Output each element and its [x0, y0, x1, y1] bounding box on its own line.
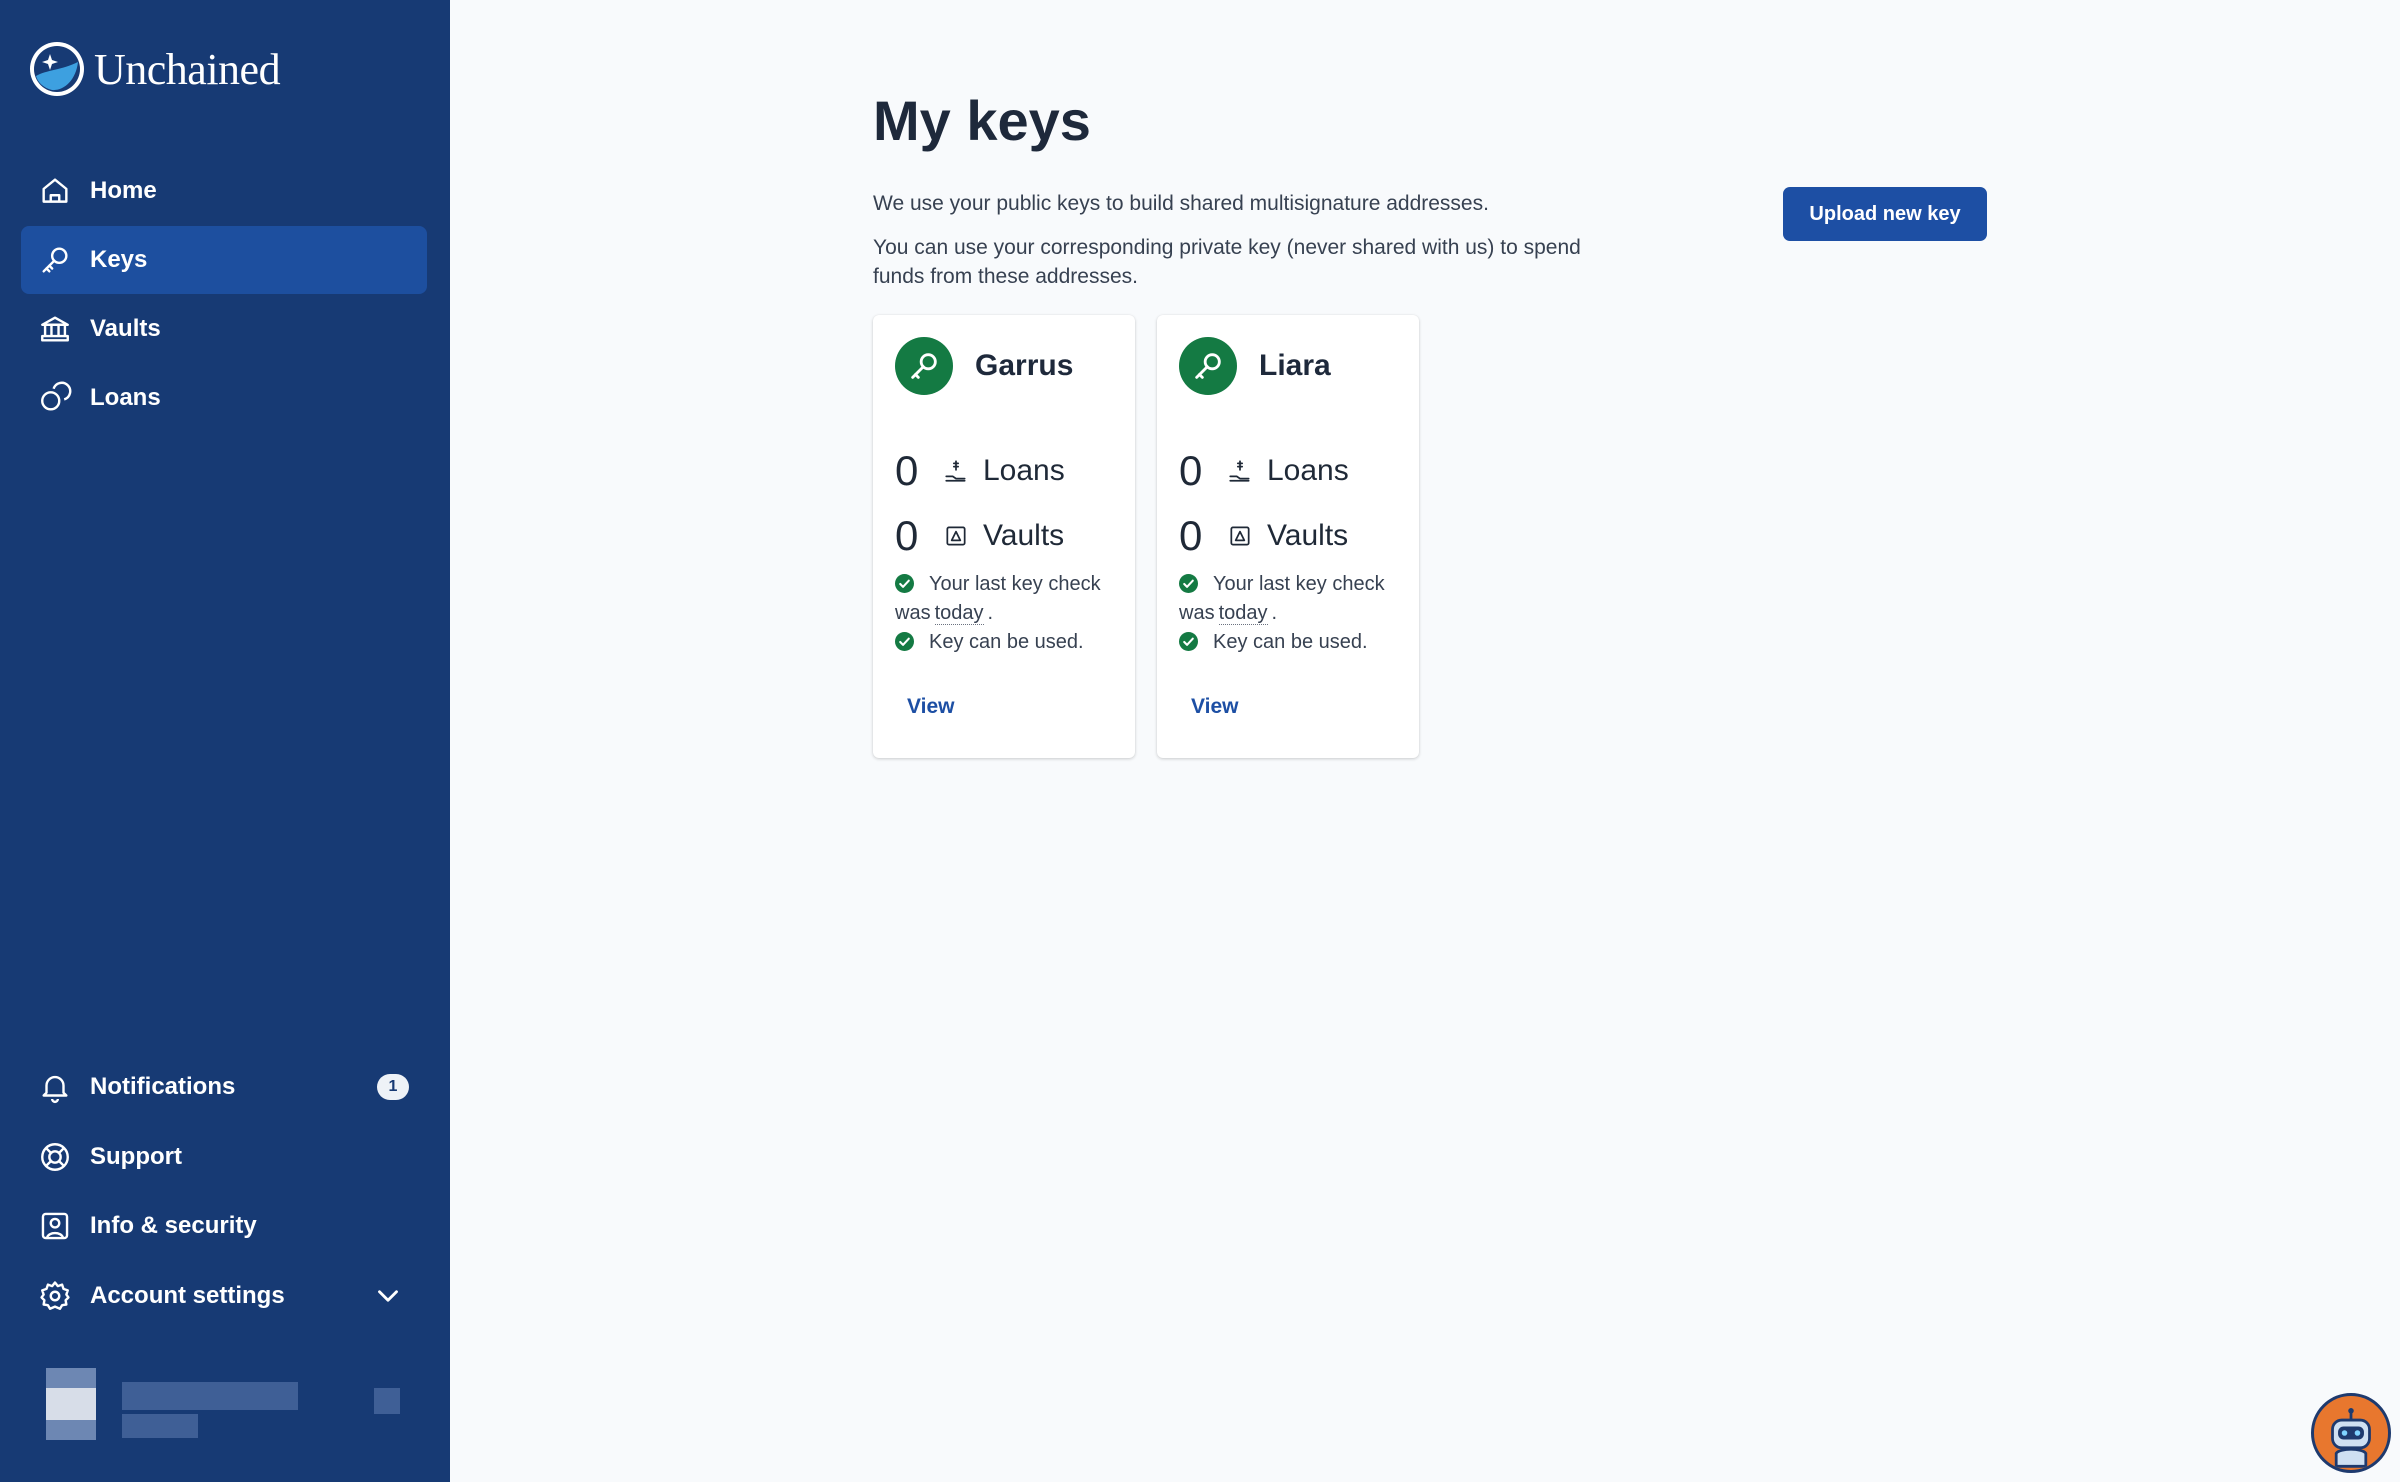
nav-item-info-security[interactable]: Info & security	[21, 1192, 427, 1260]
nav-item-home[interactable]: Home	[21, 157, 427, 225]
key-name: Garrus	[975, 349, 1074, 382]
last-check-status: Your last key check was today.	[895, 570, 1125, 628]
robot-icon	[2316, 1398, 2386, 1468]
last-check-prefix: Your last key check was	[895, 573, 1101, 624]
last-check-value: today	[1218, 602, 1268, 625]
vaults-stat: 0 Vaults	[1179, 512, 1348, 560]
view-key-link[interactable]: View	[1191, 695, 1238, 719]
view-key-link[interactable]: View	[907, 695, 954, 719]
last-check-suffix: .	[987, 602, 994, 624]
support-chat-bot-button[interactable]	[2311, 1393, 2391, 1473]
unchained-logo-icon	[30, 42, 84, 96]
brand-logo[interactable]: Unchained	[28, 40, 281, 98]
key-card-header: Liara	[1179, 337, 1331, 395]
key-usable-status: Key can be used.	[1179, 628, 1409, 657]
key-usable-status: Key can be used.	[895, 628, 1125, 657]
redacted-menu	[374, 1388, 400, 1414]
nav-item-label: Vaults	[90, 315, 161, 342]
coins-icon	[38, 381, 72, 415]
last-check-suffix: .	[1271, 602, 1278, 624]
home-icon	[38, 174, 72, 208]
vaults-count: 0	[895, 512, 919, 559]
upload-new-key-button[interactable]: Upload new key	[1783, 187, 1987, 241]
nav-item-account-settings[interactable]: Account settings	[21, 1262, 427, 1330]
check-circle-icon	[895, 574, 914, 593]
page-title: My keys	[873, 89, 1091, 152]
key-icon	[1179, 337, 1237, 395]
key-card-liara: Liara 0 Loans 0 Vaults Your last key che…	[1157, 315, 1419, 758]
vaults-stat: 0 Vaults	[895, 512, 1064, 560]
gear-icon	[38, 1279, 72, 1313]
nav-item-notifications[interactable]: Notifications 1	[21, 1053, 427, 1121]
loans-count: 0	[1179, 447, 1203, 494]
brand-name: Unchained	[94, 44, 281, 94]
user-badge-icon	[38, 1209, 72, 1243]
vaults-label: Vaults	[1267, 519, 1349, 552]
key-icon	[38, 243, 72, 277]
nav-item-label: Keys	[90, 246, 148, 273]
loans-stat: 0 Loans	[895, 447, 1065, 495]
nav-item-label: Home	[90, 177, 157, 204]
bell-icon	[38, 1070, 72, 1104]
redacted-email	[122, 1414, 198, 1438]
redacted-name	[122, 1382, 298, 1410]
check-circle-icon	[1179, 574, 1198, 593]
key-usable-text: Key can be used.	[1213, 631, 1368, 653]
nav-item-label: Info & security	[90, 1212, 257, 1239]
loan-hand-icon	[1229, 460, 1250, 482]
vault-icon	[946, 526, 966, 546]
description-public-keys: We use your public keys to build shared …	[873, 192, 1489, 215]
loans-stat: 0 Loans	[1179, 447, 1349, 495]
key-card-header: Garrus	[895, 337, 1073, 395]
vault-icon	[1230, 526, 1250, 546]
loans-label: Loans	[983, 454, 1065, 487]
description-private-key: You can use your corresponding private k…	[873, 236, 1581, 288]
bank-icon	[38, 312, 72, 346]
nav-item-label: Account settings	[90, 1281, 285, 1309]
loans-label: Loans	[1267, 454, 1349, 487]
chevron-down-icon	[378, 1289, 398, 1302]
nav-item-label: Support	[90, 1142, 182, 1170]
nav-item-vaults[interactable]: Vaults	[21, 295, 427, 363]
last-check-status: Your last key check was today.	[1179, 570, 1409, 628]
nav-item-label: Loans	[90, 384, 161, 411]
nav-item-loans[interactable]: Loans	[21, 364, 427, 432]
loans-count: 0	[895, 447, 919, 494]
key-icon	[895, 337, 953, 395]
app-root: Unchained Home Keys Vaults Loans Notific…	[0, 0, 2400, 1482]
vaults-label: Vaults	[983, 519, 1065, 552]
key-card-garrus: Garrus 0 Loans 0 Vaults Your last key ch…	[873, 315, 1135, 758]
key-usable-text: Key can be used.	[929, 631, 1084, 653]
secondary-nav: Notifications 1 Support Info & security	[21, 1053, 427, 1331]
key-name: Liara	[1259, 349, 1331, 382]
user-profile-redacted[interactable]	[20, 1368, 420, 1440]
vaults-count: 0	[1179, 512, 1203, 559]
nav-item-label: Notifications	[90, 1073, 236, 1100]
main-nav: Home Keys Vaults Loans	[21, 157, 427, 433]
redacted-avatar-detail	[46, 1388, 96, 1420]
nav-item-support[interactable]: Support	[21, 1123, 427, 1191]
main-content: My keys We use your public keys to build…	[450, 0, 2400, 1482]
notification-count-badge: 1	[377, 1074, 409, 1100]
nav-item-keys[interactable]: Keys	[21, 226, 427, 294]
last-check-prefix: Your last key check was	[1179, 573, 1385, 624]
check-circle-icon	[895, 632, 914, 651]
last-check-value: today	[934, 602, 984, 625]
lifebuoy-icon	[38, 1140, 72, 1174]
check-circle-icon	[1179, 632, 1198, 651]
sidebar: Unchained Home Keys Vaults Loans Notific…	[0, 0, 450, 1482]
loan-hand-icon	[945, 460, 966, 482]
